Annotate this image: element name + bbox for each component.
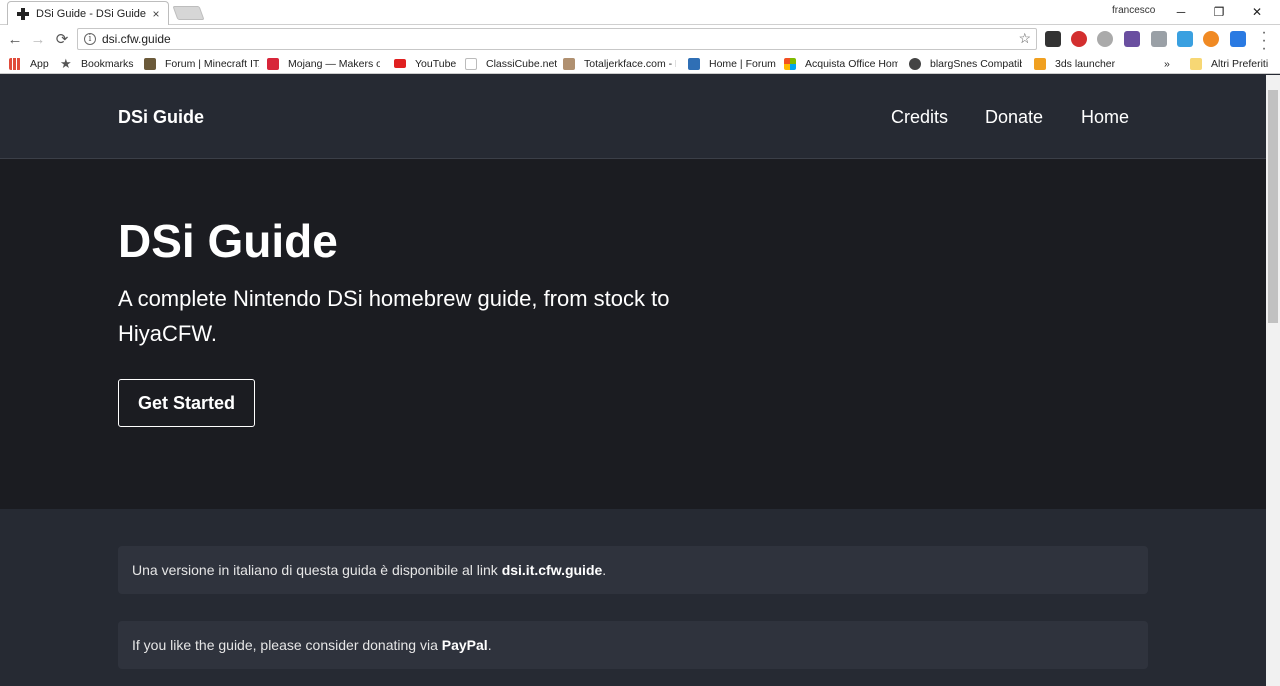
tab-close-icon[interactable]: × (150, 7, 162, 21)
extension-adblock-icon[interactable] (1071, 31, 1087, 47)
extension-ghostery-icon[interactable] (1045, 31, 1061, 47)
profile-name[interactable]: francesco (1112, 5, 1155, 16)
dsi-guide-favicon-icon (16, 7, 30, 21)
restore-button[interactable]: ❐ (1200, 0, 1238, 24)
main-content: Una versione in italiano di questa guida… (0, 509, 1266, 686)
notice-period: . (487, 637, 492, 653)
hero-title: DSi Guide (118, 215, 338, 267)
bookmark-item[interactable]: Forum | Minecraft ITA (144, 56, 259, 71)
hero-subtitle: A complete Nintendo DSi homebrew guide, … (118, 286, 670, 346)
notice-text: Una versione in italiano di questa guida… (132, 562, 498, 578)
address-bar[interactable]: i dsi.cfw.guide ☆ (77, 28, 1037, 50)
minimize-button[interactable]: ─ (1162, 0, 1200, 24)
bookmark-item[interactable]: Acquista Office Home (784, 56, 898, 71)
back-button[interactable]: ← (4, 28, 26, 50)
bookmark-item[interactable]: App (9, 56, 49, 71)
hero-section: DSi Guide A complete Nintendo DSi homebr… (0, 159, 1266, 509)
nav-link-home[interactable]: Home (1081, 107, 1129, 128)
bookmarks-bar: App ★ Bookmarks Forum | Minecraft ITA Moj… (0, 53, 1280, 74)
bookmark-item[interactable]: Home | Forum (688, 56, 776, 71)
office-icon (784, 57, 796, 70)
mojang-icon (267, 57, 279, 70)
minecraft-icon (144, 57, 156, 70)
extension-lock-icon[interactable] (1151, 31, 1167, 47)
cube-icon (465, 57, 477, 70)
forward-button[interactable]: → (27, 28, 49, 50)
reload-button[interactable]: ⟳ (51, 28, 73, 50)
bookmark-item[interactable]: Totaljerkface.com - H (563, 56, 676, 71)
nav-link-donate[interactable]: Donate (985, 107, 1043, 128)
bookmark-item[interactable]: blargSnes Compatib (909, 56, 1022, 71)
forum-icon (688, 57, 700, 70)
donate-notice: If you like the guide, please consider d… (118, 621, 1148, 669)
browser-toolbar: ← → ⟳ i dsi.cfw.guide ☆ · · · (0, 25, 1280, 57)
bookmark-item[interactable]: ClassiCube.net (465, 56, 557, 71)
browser-menu-icon[interactable]: · · · (1258, 25, 1270, 57)
bookmark-item[interactable]: Mojang — Makers of (267, 56, 380, 71)
italian-guide-link[interactable]: dsi.it.cfw.guide (502, 562, 603, 578)
browser-tab[interactable]: DSi Guide - DSi Guide × (7, 1, 169, 25)
extension-ball-icon[interactable] (1203, 31, 1219, 47)
paypal-link[interactable]: PayPal (442, 637, 488, 653)
scrollbar-thumb[interactable] (1268, 90, 1278, 323)
youtube-icon (394, 59, 406, 68)
bookmarks-overflow-button[interactable]: » (1164, 56, 1170, 71)
folder-icon (1190, 57, 1202, 70)
other-bookmarks-folder[interactable]: Altri Preferiti (1190, 56, 1268, 71)
italian-version-notice: Una versione in italiano di questa guida… (118, 546, 1148, 594)
site-navbar: DSi Guide Credits Donate Home (0, 75, 1266, 159)
new-tab-button[interactable] (172, 6, 205, 20)
tab-title: DSi Guide - DSi Guide (36, 7, 147, 20)
nav-link-credits[interactable]: Credits (891, 107, 948, 128)
launcher-icon (1034, 57, 1046, 70)
bookmark-item[interactable]: 3ds launcher (1034, 56, 1115, 71)
close-window-button[interactable]: ✕ (1238, 0, 1276, 24)
extension-bird-icon[interactable] (1124, 31, 1140, 47)
site-info-icon[interactable]: i (84, 33, 96, 45)
site-brand-link[interactable]: DSi Guide (118, 107, 204, 128)
web-page: DSi Guide Credits Donate Home DSi Guide … (0, 75, 1266, 686)
url-text: dsi.cfw.guide (102, 32, 171, 46)
browser-tab-strip: DSi Guide - DSi Guide × francesco ─ ❐ ✕ (0, 0, 1280, 25)
blargsnes-icon (909, 57, 921, 70)
bookmark-item[interactable]: YouTube (394, 56, 456, 71)
star-icon: ★ (60, 56, 72, 71)
get-started-button[interactable]: Get Started (118, 379, 255, 427)
page-scrollbar[interactable] (1266, 75, 1280, 686)
bookmark-item[interactable]: ★ Bookmarks (60, 56, 134, 71)
notice-period: . (602, 562, 607, 578)
bookmark-star-icon[interactable]: ☆ (1018, 30, 1031, 47)
notice-text: If you like the guide, please consider d… (132, 637, 438, 653)
totaljerkface-icon (563, 57, 575, 70)
apps-grid-icon (9, 57, 21, 70)
extension-m-icon[interactable] (1097, 31, 1113, 47)
extension-window-icon[interactable] (1230, 31, 1246, 47)
extension-rocket-icon[interactable] (1177, 31, 1193, 47)
